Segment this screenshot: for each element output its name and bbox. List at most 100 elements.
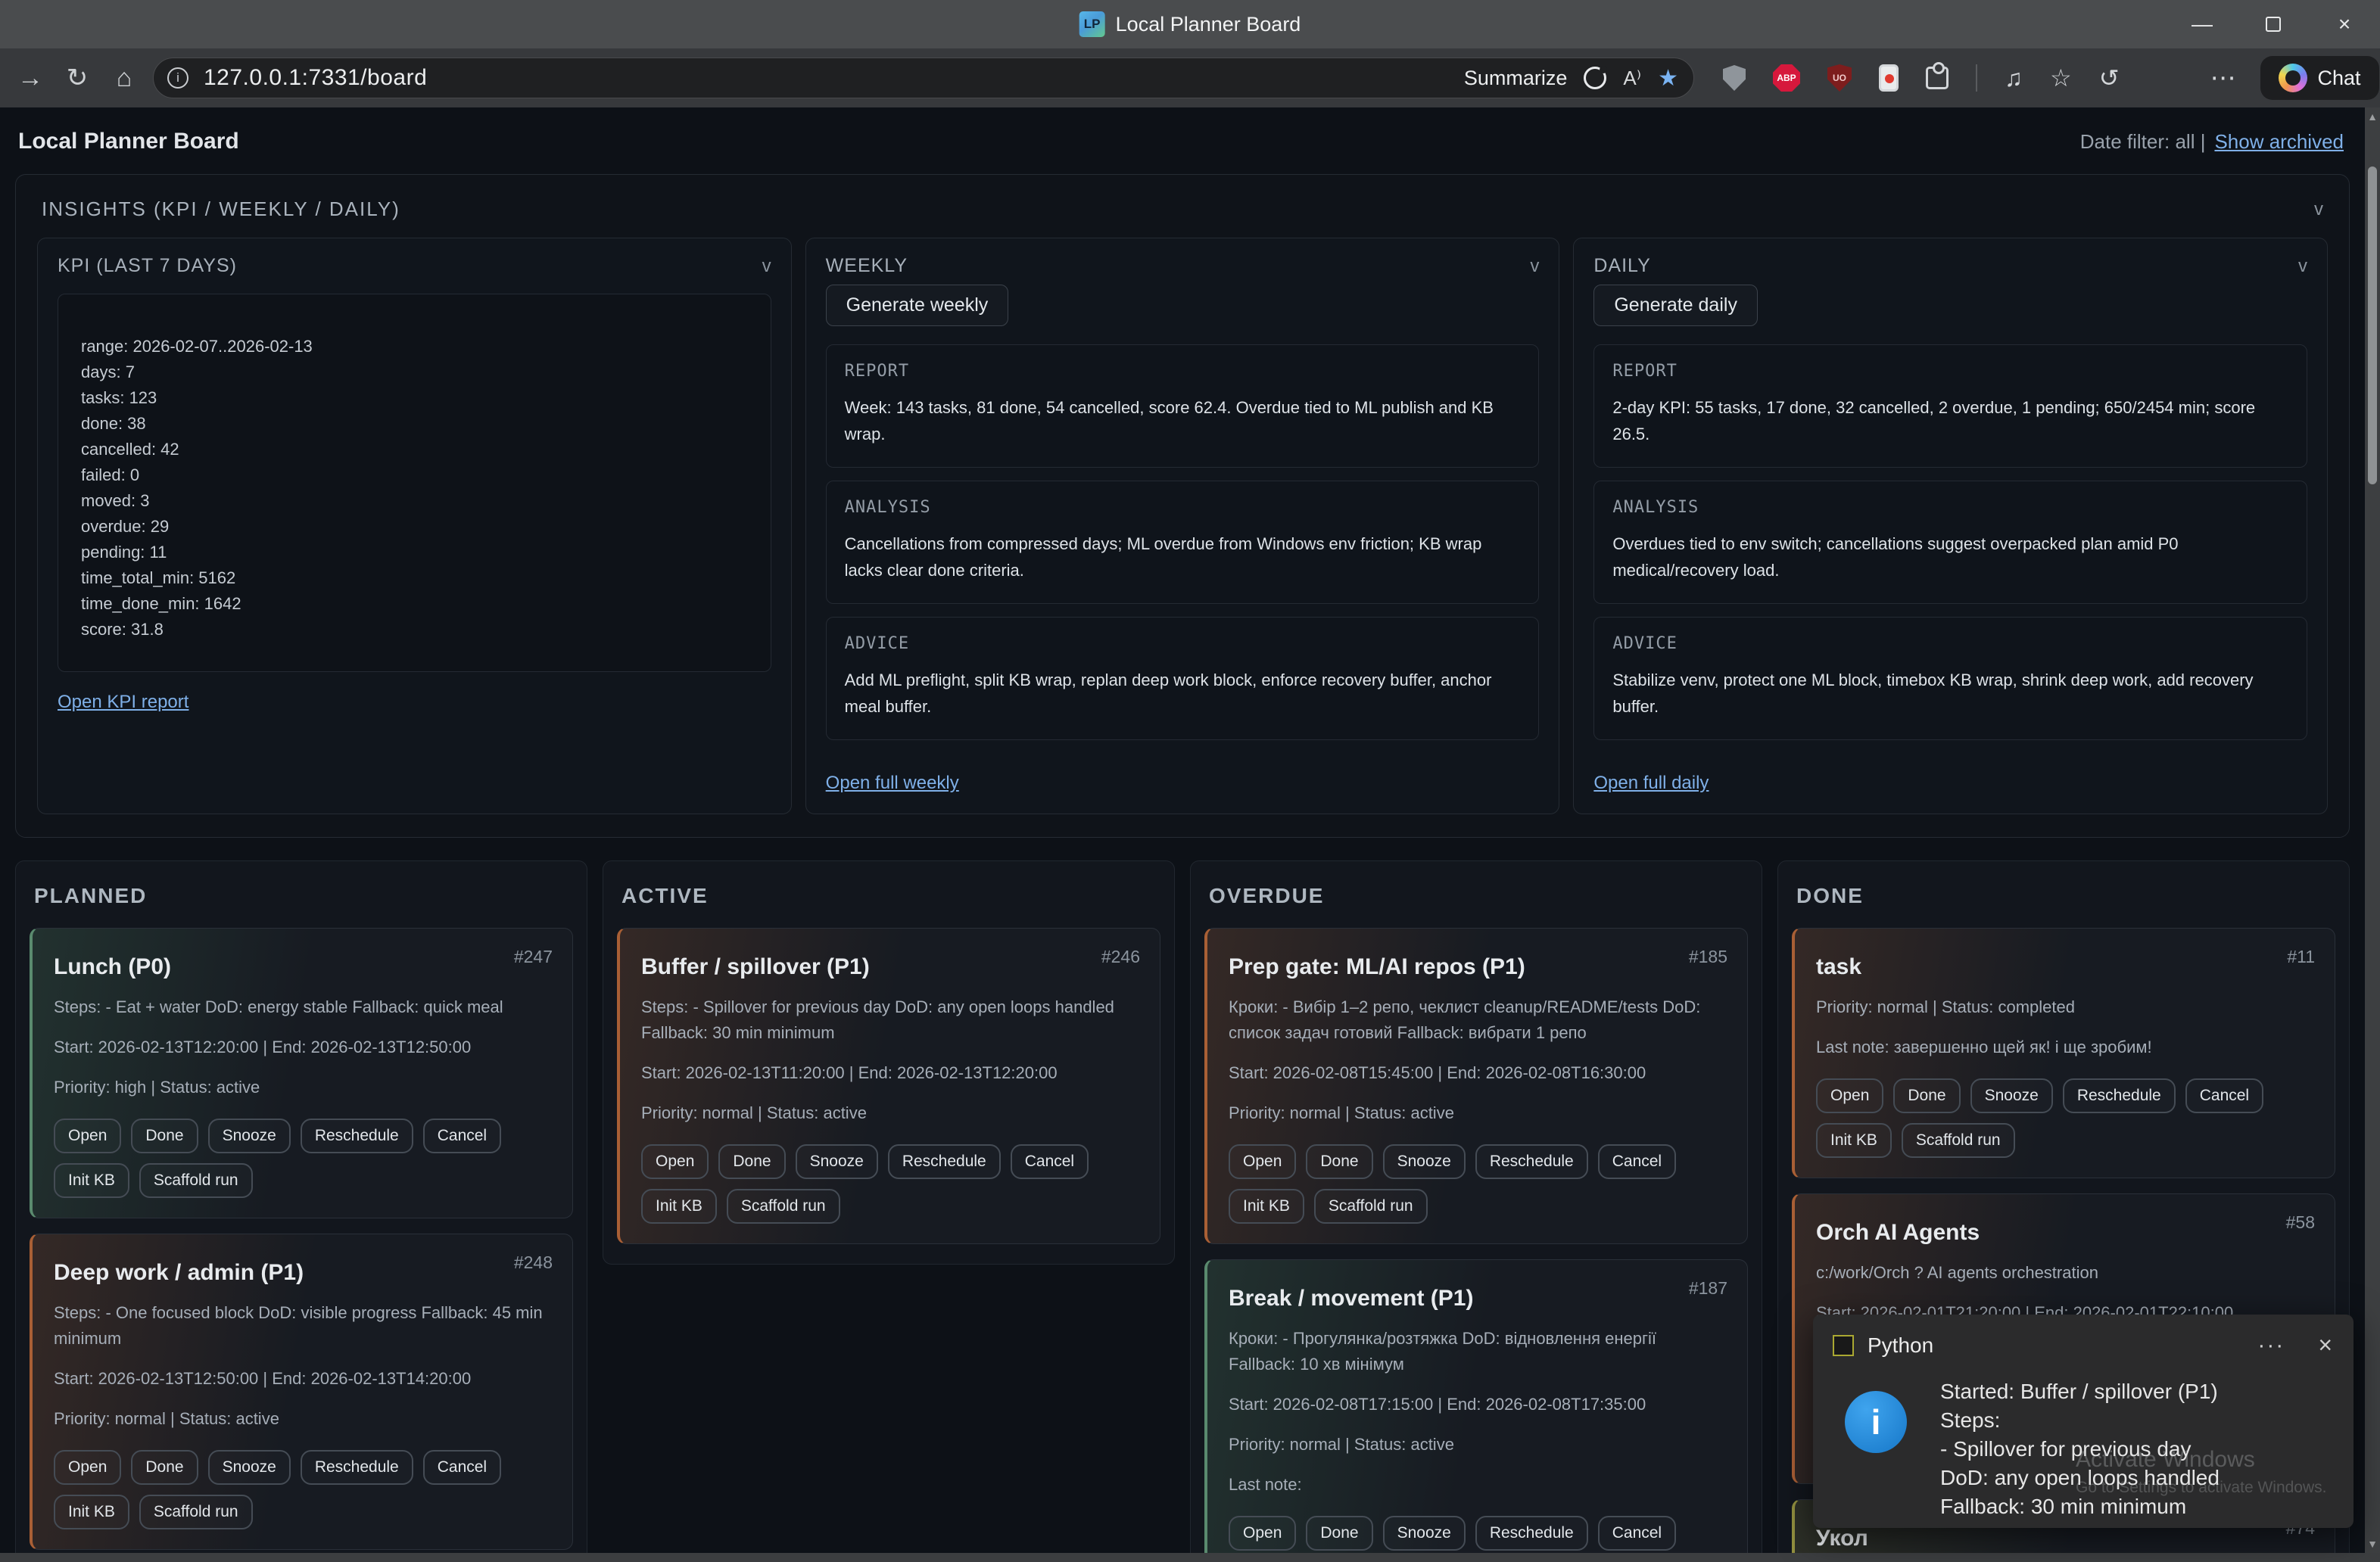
card-button-cancel[interactable]: Cancel bbox=[1598, 1144, 1676, 1179]
card-button-cancel[interactable]: Cancel bbox=[1598, 1516, 1676, 1551]
card-button-scaffold-run[interactable]: Scaffold run bbox=[1314, 1189, 1428, 1224]
card-button-cancel[interactable]: Cancel bbox=[423, 1450, 501, 1485]
card-button-cancel[interactable]: Cancel bbox=[1011, 1144, 1089, 1179]
toast-close-button[interactable]: × bbox=[2318, 1331, 2332, 1359]
card-button-snooze[interactable]: Snooze bbox=[1383, 1144, 1466, 1179]
toast-app-name: Python bbox=[1868, 1333, 1933, 1358]
address-bar[interactable]: i 127.0.0.1:7331/board Summarize A⁾ ★ bbox=[153, 58, 1694, 98]
weekly-collapse-icon[interactable]: v bbox=[1530, 256, 1539, 277]
card-button-init-kb[interactable]: Init KB bbox=[1229, 1189, 1304, 1224]
card-button-open[interactable]: Open bbox=[1229, 1516, 1296, 1551]
kpi-line: moved: 3 bbox=[81, 488, 748, 514]
close-button[interactable]: × bbox=[2309, 0, 2380, 48]
card-meta-line: Кроки: - Вибір 1–2 репо, чеклист cleanup… bbox=[1229, 994, 1726, 1046]
card-button-reschedule[interactable]: Reschedule bbox=[1475, 1144, 1588, 1179]
shield-extension-icon[interactable] bbox=[1723, 65, 1746, 91]
summarize-button[interactable]: Summarize bbox=[1464, 67, 1568, 90]
card-title: Укол bbox=[1816, 1526, 2313, 1551]
scrollbar-thumb[interactable] bbox=[2368, 166, 2377, 484]
card-button-done[interactable]: Done bbox=[1306, 1516, 1372, 1551]
card-button-open[interactable]: Open bbox=[641, 1144, 709, 1179]
card-button-reschedule[interactable]: Reschedule bbox=[888, 1144, 1001, 1179]
screen-recorder-icon[interactable] bbox=[1879, 64, 1899, 92]
scrollbar-up-icon[interactable]: ▲ bbox=[2365, 110, 2380, 123]
read-aloud-icon[interactable]: A⁾ bbox=[1623, 67, 1641, 90]
ublock-origin-icon[interactable]: UO bbox=[1827, 64, 1852, 92]
card-button-snooze[interactable]: Snooze bbox=[208, 1119, 291, 1153]
url-text[interactable]: 127.0.0.1:7331/board bbox=[204, 65, 427, 91]
insight-section-text: Week: 143 tasks, 81 done, 54 cancelled, … bbox=[845, 394, 1521, 447]
show-archived-link[interactable]: Show archived bbox=[2214, 130, 2344, 154]
favorite-star-icon[interactable]: ★ bbox=[1658, 65, 1678, 92]
collections-icon[interactable]: ☆ bbox=[2050, 64, 2072, 92]
insight-section-label: ADVICE bbox=[845, 634, 1521, 653]
open-full-daily-link[interactable]: Open full daily bbox=[1593, 773, 1709, 794]
card-button-done[interactable]: Done bbox=[718, 1144, 785, 1179]
task-card: #248Deep work / admin (P1)Steps: - One f… bbox=[30, 1234, 573, 1550]
card-button-scaffold-run[interactable]: Scaffold run bbox=[1902, 1123, 2015, 1158]
card-button-init-kb[interactable]: Init KB bbox=[1816, 1123, 1892, 1158]
generate-daily-button[interactable]: Generate daily bbox=[1593, 285, 1758, 326]
card-button-reschedule[interactable]: Reschedule bbox=[301, 1450, 413, 1485]
card-actions: Open Done Snooze Reschedule Cancel Init KB Sca… bbox=[54, 1450, 551, 1529]
home-button[interactable]: ⌂ bbox=[107, 64, 141, 93]
card-button-init-kb[interactable]: Init KB bbox=[54, 1163, 129, 1198]
card-button-open[interactable]: Open bbox=[1816, 1078, 1883, 1113]
card-button-reschedule[interactable]: Reschedule bbox=[1475, 1516, 1588, 1551]
generate-weekly-button[interactable]: Generate weekly bbox=[826, 285, 1009, 326]
browser-menu-button[interactable]: ⋯ bbox=[2210, 63, 2238, 93]
card-title: Break / movement (P1) bbox=[1229, 1286, 1726, 1312]
card-actions: Open Done Snooze Reschedule Cancel Init KB Sca… bbox=[641, 1144, 1139, 1224]
forward-button[interactable]: → bbox=[14, 64, 47, 93]
card-button-done[interactable]: Done bbox=[1306, 1144, 1372, 1179]
card-button-open[interactable]: Open bbox=[1229, 1144, 1296, 1179]
page-scrollbar[interactable]: ▲ ▼ bbox=[2365, 107, 2380, 1553]
card-button-scaffold-run[interactable]: Scaffold run bbox=[727, 1189, 840, 1224]
card-button-done[interactable]: Done bbox=[131, 1450, 198, 1485]
kpi-collapse-icon[interactable]: v bbox=[762, 256, 771, 277]
insights-collapse-icon[interactable]: v bbox=[2314, 199, 2323, 220]
card-meta-line: c:/work/Orch ? AI agents orchestration bbox=[1816, 1260, 2313, 1286]
insight-report-box: REPORT2-day KPI: 55 tasks, 17 done, 32 c… bbox=[1593, 344, 2307, 468]
card-button-cancel[interactable]: Cancel bbox=[2185, 1078, 2263, 1113]
task-card: #11taskPriority: normal | Status: comple… bbox=[1792, 928, 2335, 1178]
kpi-line: pending: 11 bbox=[81, 540, 748, 565]
copilot-icon[interactable] bbox=[1584, 67, 1606, 89]
card-button-reschedule[interactable]: Reschedule bbox=[2063, 1078, 2176, 1113]
scrollbar-down-icon[interactable]: ▼ bbox=[2365, 1538, 2380, 1550]
card-id: #185 bbox=[1689, 947, 1727, 967]
card-button-scaffold-run[interactable]: Scaffold run bbox=[139, 1495, 253, 1529]
card-button-snooze[interactable]: Snooze bbox=[1970, 1078, 2053, 1113]
card-button-open[interactable]: Open bbox=[54, 1450, 121, 1485]
card-button-init-kb[interactable]: Init KB bbox=[641, 1189, 717, 1224]
card-button-snooze[interactable]: Snooze bbox=[208, 1450, 291, 1485]
minimize-button[interactable]: — bbox=[2167, 0, 2238, 48]
maximize-button[interactable] bbox=[2238, 0, 2309, 48]
card-button-init-kb[interactable]: Init KB bbox=[54, 1495, 129, 1529]
history-icon[interactable]: ↺ bbox=[2099, 64, 2120, 92]
media-icon[interactable]: ♫ bbox=[2005, 64, 2023, 92]
toast-more-button[interactable]: ··· bbox=[2257, 1333, 2285, 1358]
card-button-snooze[interactable]: Snooze bbox=[796, 1144, 878, 1179]
copilot-chat-button[interactable]: Chat bbox=[2260, 56, 2379, 100]
column-active: ACTIVE#246Buffer / spillover (P1)Steps: … bbox=[603, 860, 1175, 1265]
card-button-open[interactable]: Open bbox=[54, 1119, 121, 1153]
card-button-scaffold-run[interactable]: Scaffold run bbox=[139, 1163, 253, 1198]
site-info-icon[interactable]: i bbox=[167, 67, 188, 89]
toast-line: - Spillover for previous day bbox=[1940, 1435, 2220, 1464]
refresh-button[interactable]: ↻ bbox=[61, 63, 94, 93]
daily-collapse-icon[interactable]: v bbox=[2298, 256, 2307, 277]
card-button-snooze[interactable]: Snooze bbox=[1383, 1516, 1466, 1551]
kpi-panel: KPI (LAST 7 DAYS) v range: 2026-02-07..2… bbox=[37, 238, 792, 814]
open-full-weekly-link[interactable]: Open full weekly bbox=[826, 773, 959, 794]
notification-toast[interactable]: Python ··· × i Started: Buffer / spillov… bbox=[1813, 1315, 2354, 1528]
card-button-reschedule[interactable]: Reschedule bbox=[301, 1119, 413, 1153]
extensions-puzzle-icon[interactable] bbox=[1926, 67, 1949, 89]
card-button-done[interactable]: Done bbox=[131, 1119, 198, 1153]
open-kpi-report-link[interactable]: Open KPI report bbox=[58, 692, 188, 713]
adblock-plus-icon[interactable]: ABP bbox=[1773, 64, 1800, 92]
card-title: Prep gate: ML/AI repos (P1) bbox=[1229, 954, 1726, 980]
window-titlebar: LP Local Planner Board — × bbox=[0, 0, 2380, 48]
card-button-done[interactable]: Done bbox=[1893, 1078, 1960, 1113]
card-button-cancel[interactable]: Cancel bbox=[423, 1119, 501, 1153]
